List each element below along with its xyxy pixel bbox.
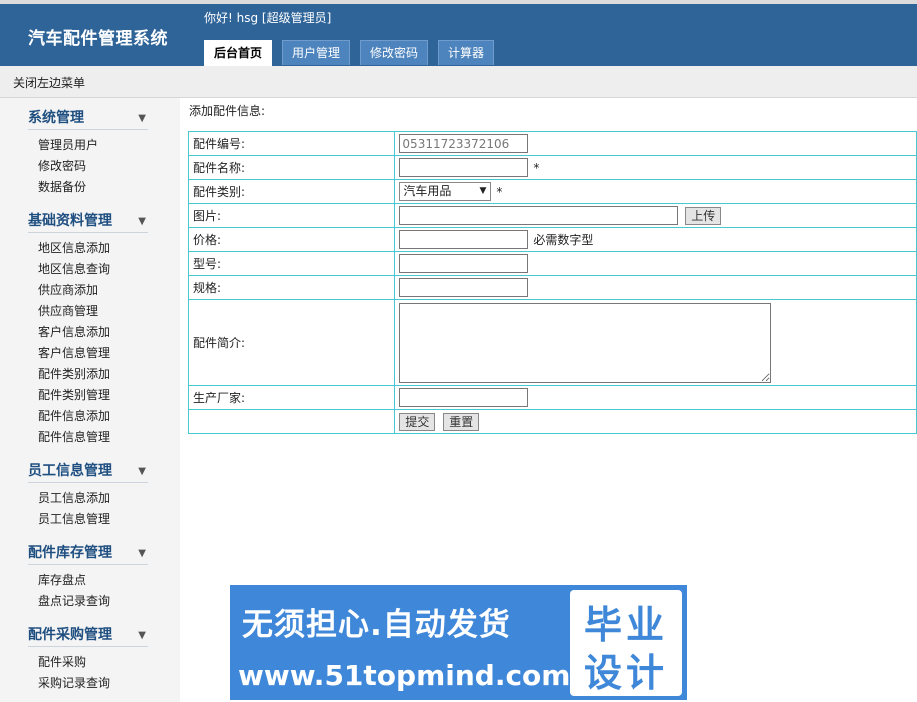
sidebar-section-title[interactable]: 配件采购管理 ▼ (28, 624, 148, 647)
sidebar-item-customer-manage[interactable]: 客户信息管理 (28, 343, 148, 364)
sidebar-item-part-manage[interactable]: 配件信息管理 (28, 427, 148, 448)
toolbar: 关闭左边菜单 (0, 66, 917, 98)
row-maker: 生产厂家: (187, 385, 917, 410)
part-code-input[interactable] (399, 134, 529, 153)
tab-home[interactable]: 后台首页 (204, 40, 273, 66)
banner-badge: 毕业 设计 (570, 590, 682, 696)
row-intro: 配件简介: (187, 299, 917, 386)
category-select[interactable]: 汽车用品 ▼ (399, 182, 492, 201)
app-title: 汽车配件管理系统 (28, 29, 168, 49)
row-image: 图片: 上传 (187, 203, 917, 228)
top-nav: 后台首页 用户管理 修改密码 计算器 (204, 40, 504, 66)
row-code: 配件编号: (187, 131, 917, 156)
sidebar-item-stocktake-records[interactable]: 盘点记录查询 (28, 591, 148, 612)
sidebar-item-admin-users[interactable]: 管理员用户 (28, 135, 148, 156)
chevron-down-icon: ▼ (138, 466, 146, 477)
spec-input[interactable] (399, 278, 529, 297)
section-title-label: 员工信息管理 (28, 463, 112, 479)
tab-calculator[interactable]: 计算器 (438, 40, 495, 65)
sidebar-section-inventory: 配件库存管理 ▼ 库存盘点 盘点记录查询 (28, 542, 148, 612)
tab-user-management[interactable]: 用户管理 (282, 40, 351, 65)
sidebar-item-staff-manage[interactable]: 员工信息管理 (28, 509, 148, 530)
sidebar-item-customer-add[interactable]: 客户信息添加 (28, 322, 148, 343)
intro-label: 配件简介: (187, 299, 396, 386)
submit-button[interactable]: 提交 (399, 412, 436, 431)
sidebar-item-region-add[interactable]: 地区信息添加 (28, 238, 148, 259)
chevron-down-icon: ▼ (138, 216, 146, 227)
sidebar-item-change-password[interactable]: 修改密码 (28, 156, 148, 177)
sidebar-section-title[interactable]: 员工信息管理 ▼ (28, 460, 148, 483)
sidebar: 系统管理 ▼ 管理员用户 修改密码 数据备份 基础资料管理 ▼ 地区信息添加 地… (0, 98, 180, 702)
intro-textarea[interactable] (399, 302, 772, 383)
price-label: 价格: (187, 227, 396, 252)
chevron-down-icon: ▼ (138, 548, 146, 559)
sidebar-item-category-add[interactable]: 配件类别添加 (28, 364, 148, 385)
sidebar-item-supplier-add[interactable]: 供应商添加 (28, 280, 148, 301)
model-label: 型号: (187, 251, 396, 276)
row-actions: 提交 重置 (187, 409, 917, 434)
sidebar-section-title[interactable]: 配件库存管理 ▼ (28, 542, 148, 565)
badge-text-bottom: 设计 (584, 651, 669, 695)
maker-input[interactable] (399, 388, 529, 407)
section-title-label: 系统管理 (28, 110, 84, 126)
category-selected-value: 汽车用品 (403, 184, 452, 198)
sidebar-section-staff: 员工信息管理 ▼ 员工信息添加 员工信息管理 (28, 460, 148, 530)
category-label: 配件类别: (187, 179, 396, 204)
banner-url: www.51topmind.com (238, 659, 571, 692)
chevron-down-icon: ▼ (138, 630, 146, 641)
section-title-label: 配件采购管理 (28, 627, 112, 643)
tab-change-password[interactable]: 修改密码 (360, 40, 429, 65)
sidebar-item-region-query[interactable]: 地区信息查询 (28, 259, 148, 280)
sidebar-section-title[interactable]: 系统管理 ▼ (28, 107, 148, 130)
sidebar-section-basic-data: 基础资料管理 ▼ 地区信息添加 地区信息查询 供应商添加 供应商管理 客户信息添… (28, 210, 148, 448)
image-label: 图片: (187, 203, 396, 228)
sidebar-item-data-backup[interactable]: 数据备份 (28, 177, 148, 198)
row-model: 型号: (187, 251, 917, 276)
section-title-label: 基础资料管理 (28, 213, 112, 229)
part-form-table: 配件编号: 配件名称: * 配件类别: 汽车用品 ▼ * 图片: 上传 价格: 必需… (187, 131, 917, 434)
price-input[interactable] (399, 230, 529, 249)
close-left-menu-link[interactable]: 关闭左边菜单 (13, 74, 85, 91)
price-hint: 必需数字型 (533, 233, 594, 247)
chevron-down-icon: ▼ (138, 113, 146, 124)
required-mark: * (496, 184, 503, 199)
user-greeting: 你好! hsg [超级管理员] (204, 11, 332, 25)
sidebar-section-title[interactable]: 基础资料管理 ▼ (28, 210, 148, 233)
watermark-banner: 无须担心.自动发货 www.51topmind.com 毕业 设计 (230, 585, 687, 700)
sidebar-item-purchase-records[interactable]: 采购记录查询 (28, 673, 148, 694)
row-price: 价格: 必需数字型 (187, 227, 917, 252)
banner-slogan: 无须担心.自动发货 (242, 607, 511, 643)
badge-text-top: 毕业 (584, 603, 669, 647)
spec-label: 规格: (187, 275, 396, 300)
sidebar-item-category-manage[interactable]: 配件类别管理 (28, 385, 148, 406)
required-mark: * (533, 160, 540, 175)
row-category: 配件类别: 汽车用品 ▼ * (187, 179, 917, 204)
form-heading: 添加配件信息: (189, 104, 266, 118)
sidebar-item-purchase[interactable]: 配件采购 (28, 652, 148, 673)
sidebar-item-part-add[interactable]: 配件信息添加 (28, 406, 148, 427)
part-name-input[interactable] (399, 158, 529, 177)
row-spec: 规格: (187, 275, 917, 300)
image-path-input[interactable] (399, 206, 679, 225)
app-header: 汽车配件管理系统 你好! hsg [超级管理员] 后台首页 用户管理 修改密码 … (0, 4, 917, 66)
section-title-label: 配件库存管理 (28, 545, 112, 561)
name-label: 配件名称: (187, 155, 396, 180)
sidebar-item-supplier-manage[interactable]: 供应商管理 (28, 301, 148, 322)
sidebar-section-purchase: 配件采购管理 ▼ 配件采购 采购记录查询 (28, 624, 148, 694)
code-label: 配件编号: (187, 131, 396, 156)
model-input[interactable] (399, 254, 529, 273)
sidebar-section-system: 系统管理 ▼ 管理员用户 修改密码 数据备份 (28, 107, 148, 198)
maker-label: 生产厂家: (187, 385, 396, 410)
upload-button[interactable]: 上传 (685, 206, 722, 225)
dropdown-arrow-icon: ▼ (479, 186, 487, 196)
row-name: 配件名称: * (187, 155, 917, 180)
reset-button[interactable]: 重置 (443, 412, 480, 431)
sidebar-item-staff-add[interactable]: 员工信息添加 (28, 488, 148, 509)
sidebar-item-stocktake[interactable]: 库存盘点 (28, 570, 148, 591)
